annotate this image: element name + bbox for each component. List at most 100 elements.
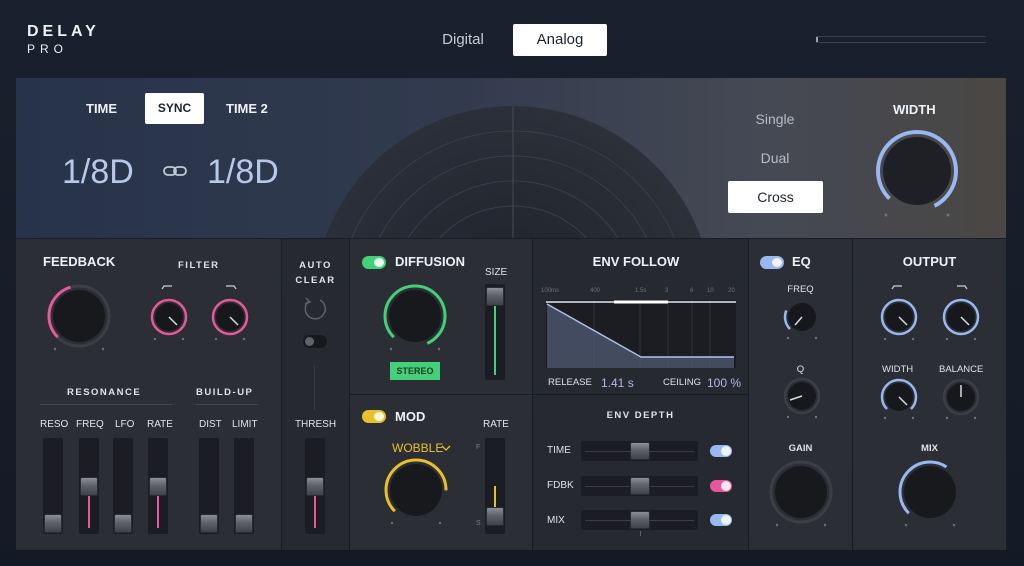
resonance-label: RESONANCE (67, 387, 142, 398)
balance-label: BALANCE (939, 364, 984, 375)
toggle-knob (721, 446, 731, 456)
env-follow-title: ENV FOLLOW (592, 254, 680, 269)
rate-fader-thumb[interactable] (149, 477, 167, 496)
resonance-divider (40, 404, 172, 405)
depth-mix-label: MIX (547, 515, 565, 526)
mode-digital-button[interactable]: Digital (428, 24, 498, 56)
depth-time-thumb[interactable] (630, 442, 650, 460)
eq-gain-label: GAIN (788, 443, 813, 454)
env-depth-title: ENV DEPTH (606, 410, 675, 421)
thresh-fader-thumb[interactable] (306, 477, 324, 496)
rate-slow-marker: S (476, 520, 481, 527)
scale-label: 1.5s (635, 288, 647, 294)
rate-fader-fill (157, 494, 159, 528)
eq-freq-label: FREQ (787, 284, 814, 295)
release-value[interactable]: 1.41 s (601, 376, 634, 390)
meter-bar (816, 36, 986, 37)
mod-title: MOD (395, 409, 426, 424)
feedback-knob[interactable] (45, 282, 113, 354)
autoclear-divider (314, 365, 315, 410)
autoclear-toggle-knob (305, 337, 314, 346)
rate-label: RATE (147, 419, 173, 430)
mod-depth-knob[interactable] (382, 456, 450, 528)
mode-analog-button[interactable]: Analog (513, 24, 607, 56)
filter-highcut-knob[interactable] (209, 283, 251, 341)
thresh-label: THRESH (294, 419, 337, 430)
scale-label: 3 (665, 288, 669, 294)
freq-label: FREQ (76, 419, 104, 430)
limit-fader-thumb[interactable] (235, 514, 253, 533)
size-fader-thumb[interactable] (486, 287, 504, 306)
lfo-fader-thumb[interactable] (114, 514, 132, 533)
diffusion-knob[interactable] (381, 282, 449, 354)
waveform-dropdown[interactable]: WOBBLE (392, 441, 443, 455)
autoclear-label-line2: CLEAR (295, 275, 336, 286)
toggle-knob (721, 481, 731, 491)
mod-rate-fader-fill (494, 486, 496, 508)
time2-label[interactable]: TIME 2 (226, 101, 268, 116)
thresh-fader-fill (314, 494, 316, 528)
stereo-button[interactable]: STEREO (390, 362, 440, 380)
envelope-graph[interactable] (546, 300, 736, 368)
diffusion-toggle-knob (374, 258, 384, 267)
rate-fast-marker: F (476, 444, 481, 451)
output-width-label: WIDTH (882, 364, 914, 375)
output-lowcut-knob[interactable] (878, 283, 920, 341)
freq-fader-thumb[interactable] (80, 477, 98, 496)
width-knob[interactable] (872, 126, 962, 220)
routing-single[interactable]: Single (740, 111, 810, 127)
depth-fdbk-label: FDBK (547, 480, 574, 491)
eq-q-label: Q (796, 364, 805, 375)
scale-label: 10 (707, 288, 714, 294)
output-width-knob[interactable] (878, 376, 920, 420)
center-tick (640, 531, 641, 536)
logo-delay: DELAY (27, 23, 100, 40)
routing-dual[interactable]: Dual (740, 150, 810, 166)
link-icon[interactable] (163, 163, 187, 179)
feedback-title: FEEDBACK (43, 254, 116, 269)
reso-label: RESO (40, 419, 69, 430)
dist-fader-thumb[interactable] (200, 514, 218, 533)
freq-fader-fill (88, 494, 90, 528)
filter-label: FILTER (178, 260, 220, 271)
depth-fdbk-thumb[interactable] (630, 477, 650, 495)
reso-fader-thumb[interactable] (44, 514, 62, 533)
dist-label: DIST (199, 419, 222, 430)
chevron-down-icon[interactable] (441, 444, 451, 452)
release-label: RELEASE (548, 377, 592, 388)
eq-q-knob[interactable] (782, 376, 822, 418)
filter-lowcut-knob[interactable] (148, 283, 190, 341)
eq-title: EQ (792, 254, 811, 269)
width-label: WIDTH (893, 102, 936, 117)
scale-label: 100ms (541, 288, 560, 294)
mod-rate-fader-thumb[interactable] (486, 507, 504, 526)
time2-value[interactable]: 1/8D (207, 153, 279, 192)
time-value[interactable]: 1/8D (62, 153, 134, 192)
buildup-divider (196, 404, 258, 405)
sync-button[interactable]: SYNC (145, 93, 204, 124)
ceiling-value[interactable]: 100 % (707, 376, 741, 390)
scale-label: 400 (590, 288, 601, 294)
time-label[interactable]: TIME (86, 101, 117, 116)
toggle-knob (721, 515, 731, 525)
eq-gain-knob[interactable] (767, 458, 835, 530)
mix-knob[interactable] (896, 458, 964, 530)
mod-toggle-knob (374, 412, 384, 421)
limit-label: LIMIT (232, 419, 258, 430)
logo-pro: PRO (27, 42, 69, 56)
scale-label: 20 (728, 288, 735, 294)
buildup-label: BUILD-UP (196, 387, 254, 398)
depth-mix-thumb[interactable] (630, 511, 650, 529)
size-fader-fill (494, 305, 496, 375)
balance-knob[interactable] (940, 376, 982, 420)
output-highcut-knob[interactable] (940, 283, 982, 341)
lfo-label: LFO (115, 419, 135, 430)
diffusion-title: DIFFUSION (395, 254, 466, 269)
size-label: SIZE (485, 267, 508, 278)
clear-refresh-icon[interactable] (300, 295, 330, 321)
scale-label: 6 (690, 288, 694, 294)
ceiling-label: CEILING (663, 377, 702, 388)
eq-freq-knob[interactable] (782, 297, 822, 339)
mod-rate-label: RATE (483, 419, 509, 430)
routing-cross-button[interactable]: Cross (728, 181, 823, 213)
